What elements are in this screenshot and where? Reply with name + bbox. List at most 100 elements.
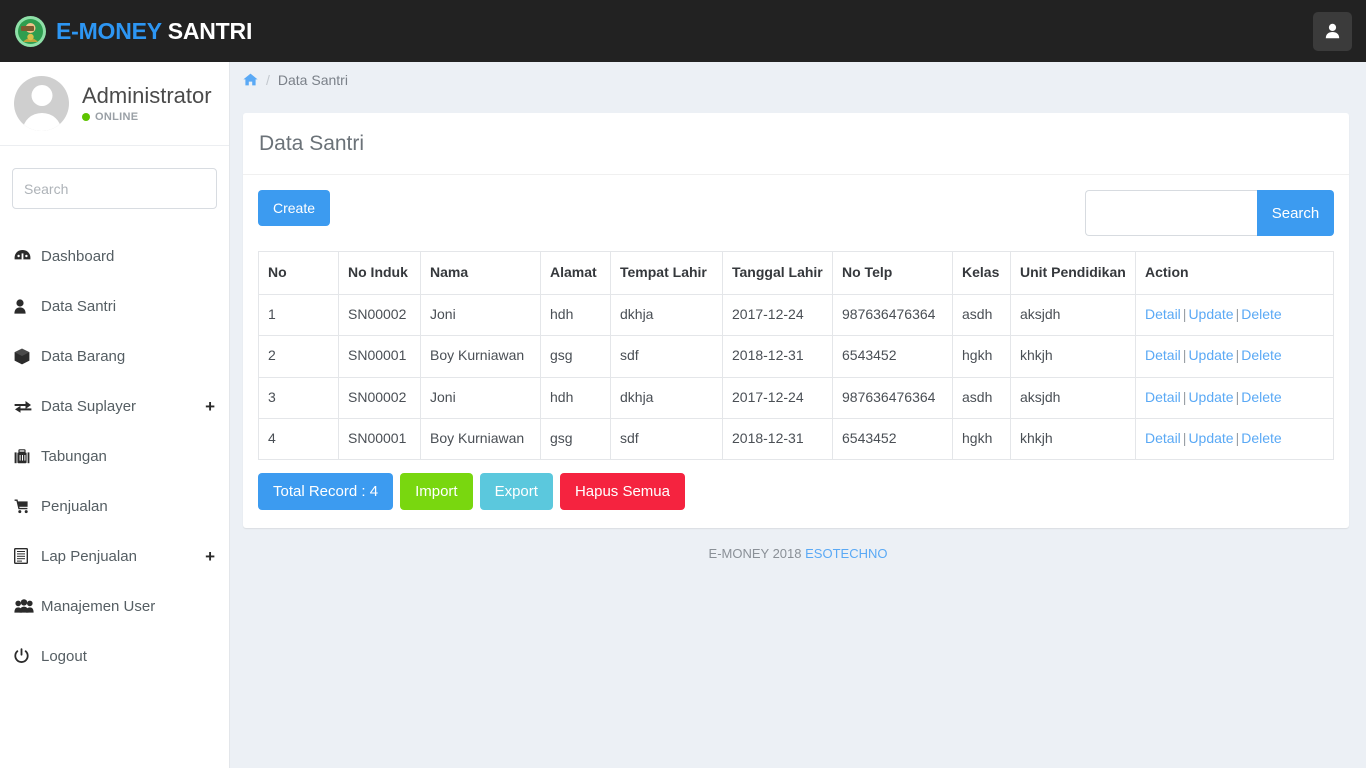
cell-kelas: hgkh [953, 418, 1011, 459]
cell-kelas: asdh [953, 377, 1011, 418]
expand-plus-icon[interactable]: + [205, 548, 215, 565]
sidebar-search-input[interactable] [12, 168, 217, 209]
column-header-action: Action [1136, 252, 1334, 295]
sidebar-user-meta: Administrator ONLINE [69, 84, 212, 123]
sidebar-item-data-suplayer[interactable]: Data Suplayer + [0, 381, 229, 431]
column-header-alamat: Alamat [541, 252, 611, 295]
detail-link[interactable]: Detail [1145, 347, 1181, 363]
sidebar-item-label: Penjualan [36, 498, 108, 515]
cell-tempat-lahir: sdf [611, 336, 723, 377]
update-link[interactable]: Update [1188, 430, 1233, 446]
power-icon [14, 648, 36, 664]
import-button[interactable]: Import [400, 473, 473, 510]
sidebar: Administrator ONLINE Dashboard [0, 62, 230, 768]
hapus-semua-button[interactable]: Hapus Semua [560, 473, 685, 510]
box-icon [14, 348, 36, 365]
cell-no-induk: SN00002 [339, 377, 421, 418]
table-search-group: Search [1085, 190, 1334, 236]
cell-kelas: hgkh [953, 336, 1011, 377]
sidebar-item-label: Data Suplayer [36, 398, 136, 415]
create-button[interactable]: Create [258, 190, 330, 226]
export-button[interactable]: Export [480, 473, 553, 510]
delete-link[interactable]: Delete [1241, 306, 1281, 322]
update-link[interactable]: Update [1188, 347, 1233, 363]
update-link[interactable]: Update [1188, 306, 1233, 322]
column-header-tanggal-lahir: Tanggal Lahir [723, 252, 833, 295]
cell-tanggal-lahir: 2017-12-24 [723, 294, 833, 335]
brand-title: E-MONEY SANTRI [56, 18, 252, 45]
exchange-icon [14, 400, 36, 413]
column-header-no-telp: No Telp [833, 252, 953, 295]
sidebar-item-label: Dashboard [36, 248, 114, 265]
top-navbar: E-MONEY SANTRI [0, 0, 1366, 62]
dashboard-icon [14, 249, 36, 263]
column-header-no-induk: No Induk [339, 252, 421, 295]
table-header-row: No No Induk Nama Alamat Tempat Lahir Tan… [259, 252, 1334, 295]
breadcrumb: / Data Santri [230, 62, 1366, 97]
cell-tempat-lahir: sdf [611, 418, 723, 459]
sidebar-search-wrap [0, 146, 229, 209]
sidebar-item-data-santri[interactable]: Data Santri [0, 281, 229, 331]
brand-logo-link[interactable]: E-MONEY SANTRI [0, 0, 230, 62]
cart-icon [14, 499, 36, 514]
sidebar-item-label: Data Santri [36, 298, 116, 315]
data-santri-card: Data Santri Create Search No No Induk Na… [243, 113, 1349, 528]
table-row: 4 SN00001 Boy Kurniawan gsg sdf 2018-12-… [259, 418, 1334, 459]
table-row: 3 SN00002 Joni hdh dkhja 2017-12-24 9876… [259, 377, 1334, 418]
cell-alamat: hdh [541, 294, 611, 335]
detail-link[interactable]: Detail [1145, 430, 1181, 446]
column-header-no: No [259, 252, 339, 295]
cell-action: Detail|Update|Delete [1136, 294, 1334, 335]
cell-nama: Joni [421, 294, 541, 335]
table-search-input[interactable] [1085, 190, 1257, 236]
cell-tanggal-lahir: 2017-12-24 [723, 377, 833, 418]
cell-no: 2 [259, 336, 339, 377]
sidebar-item-logout[interactable]: Logout [0, 631, 229, 681]
cell-alamat: hdh [541, 377, 611, 418]
delete-link[interactable]: Delete [1241, 347, 1281, 363]
cell-no: 1 [259, 294, 339, 335]
sidebar-item-data-barang[interactable]: Data Barang [0, 331, 229, 381]
cell-nama: Boy Kurniawan [421, 336, 541, 377]
sidebar-item-manajemen-user[interactable]: Manajemen User [0, 581, 229, 631]
card-header: Data Santri [243, 113, 1349, 175]
column-header-nama: Nama [421, 252, 541, 295]
cell-action: Detail|Update|Delete [1136, 418, 1334, 459]
footer-link[interactable]: ESOTECHNO [805, 546, 887, 561]
brand-title-secondary: SANTRI [162, 18, 253, 44]
table-search-button[interactable]: Search [1257, 190, 1334, 236]
sidebar-item-label: Data Barang [36, 348, 125, 365]
cell-unit-pendidikan: aksjdh [1011, 377, 1136, 418]
sidebar-item-label: Lap Penjualan [36, 548, 137, 565]
update-link[interactable]: Update [1188, 389, 1233, 405]
cell-no-induk: SN00001 [339, 418, 421, 459]
cell-alamat: gsg [541, 336, 611, 377]
cell-tempat-lahir: dkhja [611, 294, 723, 335]
delete-link[interactable]: Delete [1241, 430, 1281, 446]
cell-no-induk: SN00002 [339, 294, 421, 335]
sidebar-item-penjualan[interactable]: Penjualan [0, 481, 229, 531]
table-toolbar: Create Search [258, 190, 1334, 236]
home-icon[interactable] [243, 73, 258, 86]
sidebar-item-tabungan[interactable]: Tabungan [0, 431, 229, 481]
sidebar-item-dashboard[interactable]: Dashboard [0, 231, 229, 281]
expand-plus-icon[interactable]: + [205, 398, 215, 415]
user-icon [14, 299, 36, 314]
table-row: 1 SN00002 Joni hdh dkhja 2017-12-24 9876… [259, 294, 1334, 335]
user-menu-button[interactable] [1313, 12, 1352, 51]
cell-action: Detail|Update|Delete [1136, 377, 1334, 418]
content-area: / Data Santri Data Santri Create Search … [230, 62, 1366, 768]
total-record-button[interactable]: Total Record : 4 [258, 473, 393, 510]
delete-link[interactable]: Delete [1241, 389, 1281, 405]
avatar-placeholder-icon [14, 76, 69, 131]
column-header-unit-pendidikan: Unit Pendidikan [1011, 252, 1136, 295]
cell-unit-pendidikan: khkjh [1011, 418, 1136, 459]
footer-text: E-MONEY 2018 [709, 546, 806, 561]
cell-no: 3 [259, 377, 339, 418]
data-santri-table: No No Induk Nama Alamat Tempat Lahir Tan… [258, 251, 1334, 460]
sidebar-user-status-label: ONLINE [95, 111, 138, 123]
detail-link[interactable]: Detail [1145, 306, 1181, 322]
cell-no-telp: 6543452 [833, 418, 953, 459]
sidebar-item-lap-penjualan[interactable]: Lap Penjualan + [0, 531, 229, 581]
detail-link[interactable]: Detail [1145, 389, 1181, 405]
